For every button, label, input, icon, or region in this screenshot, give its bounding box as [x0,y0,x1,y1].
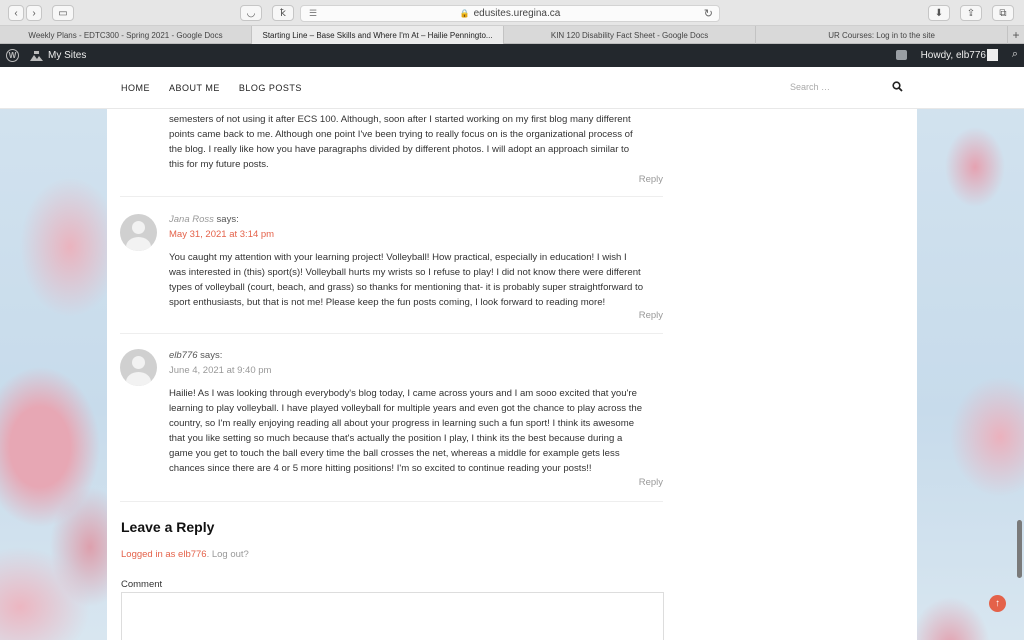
comment-author: elb776 says: [169,350,222,361]
search-icon[interactable] [892,81,903,95]
content-column: semesters of not using it after ECS 100.… [107,109,917,640]
comment-author: Jana Ross says: [169,214,239,225]
new-tab-button[interactable]: + [1008,26,1024,43]
comment-partial: semesters of not using it after ECS 100.… [120,109,663,197]
downloads-icon[interactable]: ⬇ [928,5,950,21]
my-sites-menu[interactable]: My Sites [30,50,86,61]
comment-line: chances since there are 4 or 5 more hitt… [169,463,592,474]
comment-line: country, so I'm really enjoying reading … [169,418,635,429]
share-icon[interactable]: ⇪ [960,5,982,21]
comment-body: Hailie! As I was looking through everybo… [169,386,664,476]
wordpress-logo-icon[interactable]: W [6,49,19,62]
reply-link[interactable]: Reply [639,174,663,185]
site-header: HOME ABOUT ME BLOG POSTS Search … [0,67,1024,109]
sites-icon [30,50,43,61]
says-label: says: [216,214,239,225]
comment-jana-ross: Jana Ross says: May 31, 2021 at 3:14 pm … [120,197,663,334]
nav-about-me[interactable]: ABOUT ME [169,83,220,93]
nav-blog-posts[interactable]: BLOG POSTS [239,83,302,93]
tab-starting-line[interactable]: Starting Line – Base Skills and Where I'… [252,26,505,44]
comment-line: types of volleyball (court, beach, and g… [169,282,644,293]
comment-line: sport enthusiasts, but that is not me! P… [169,297,606,308]
comment-date[interactable]: June 4, 2021 at 9:40 pm [169,365,271,376]
forward-icon[interactable]: › [26,5,42,21]
log-out-link[interactable]: Log out? [212,549,249,560]
search-input[interactable]: Search … [790,82,880,92]
reply-link[interactable]: Reply [639,310,663,321]
comment-elb776: elb776 says: June 4, 2021 at 9:40 pm Hai… [120,334,663,502]
comment-line: the blog. I really like how you have par… [169,144,630,155]
back-icon[interactable]: ‹ [8,5,24,21]
commenter-avatar [120,349,157,386]
user-avatar[interactable] [987,49,998,61]
comment-line: was interested in (this) sport(s)! Volle… [169,267,641,278]
comment-line: learning to play volleyball. I have play… [169,403,643,414]
leave-reply-heading: Leave a Reply [121,519,215,535]
notifications-icon[interactable] [896,50,907,60]
comment-line: semesters of not using it after ECS 100.… [169,114,631,125]
comment-date[interactable]: May 31, 2021 at 3:14 pm [169,229,274,240]
browser-toolbar: ‹ › ▭ ◡ ꝁ ☰ 🔒 edusites.uregina.ca ↻ ⬇ ⇪ … [0,0,1024,26]
comment-body: semesters of not using it after ECS 100.… [169,109,664,172]
author-name[interactable]: Jana Ross [169,214,214,225]
reply-link[interactable]: Reply [639,477,663,488]
comment-field-label: Comment [121,579,163,590]
tab-ur-courses[interactable]: UR Courses: Log in to the site [756,26,1009,44]
comment-line: You caught my attention with your learni… [169,252,627,263]
comment-line: this for my future posts. [169,159,269,170]
tab-bar: Weekly Plans - EDTC300 - Spring 2021 - G… [0,26,1024,44]
url-text: edusites.uregina.ca [473,8,561,19]
tab-kin120[interactable]: KIN 120 Disability Fact Sheet - Google D… [504,26,757,44]
reload-icon[interactable]: ↻ [704,7,713,20]
main-nav: HOME ABOUT ME BLOG POSTS [121,83,302,93]
scroll-to-top-icon[interactable]: ↑ [989,595,1006,612]
author-name: elb776 [169,350,198,361]
tabs-overview-icon[interactable]: ⧉ [992,5,1014,21]
admin-search-icon[interactable]: ⌕ [1012,48,1018,61]
comment-body: You caught my attention with your learni… [169,250,664,310]
extension-icon[interactable]: ◡ [240,5,262,21]
accessibility-icon[interactable]: ꝁ [272,5,294,21]
tab-weekly-plans[interactable]: Weekly Plans - EDTC300 - Spring 2021 - G… [0,26,253,44]
wp-admin-bar: W My Sites Howdy, elb776 ⌕ [0,44,1024,67]
page-scrollbar[interactable] [1017,520,1022,578]
commenter-avatar [120,214,157,251]
comment-line: game you get to touch the ball every tim… [169,448,620,459]
lock-icon: 🔒 [459,9,470,18]
comment-textarea[interactable] [121,592,664,640]
address-bar[interactable]: ☰ 🔒 edusites.uregina.ca ↻ [300,5,720,22]
howdy-account-menu[interactable]: Howdy, elb776 [921,50,986,61]
my-sites-label: My Sites [48,50,87,61]
reader-icon[interactable]: ☰ [309,8,317,19]
logged-in-link[interactable]: Logged in as elb776 [121,549,207,560]
sidebar-icon[interactable]: ▭ [52,5,74,21]
comment-line: Hailie! As I was looking through everybo… [169,388,637,399]
comment-line: that you like setting so much because th… [169,433,623,444]
logged-in-line: Logged in as elb776. Log out? [121,549,249,560]
nav-home[interactable]: HOME [121,83,150,93]
says-label: says: [200,350,223,361]
comment-line: points came back to me. Although one poi… [169,129,633,140]
